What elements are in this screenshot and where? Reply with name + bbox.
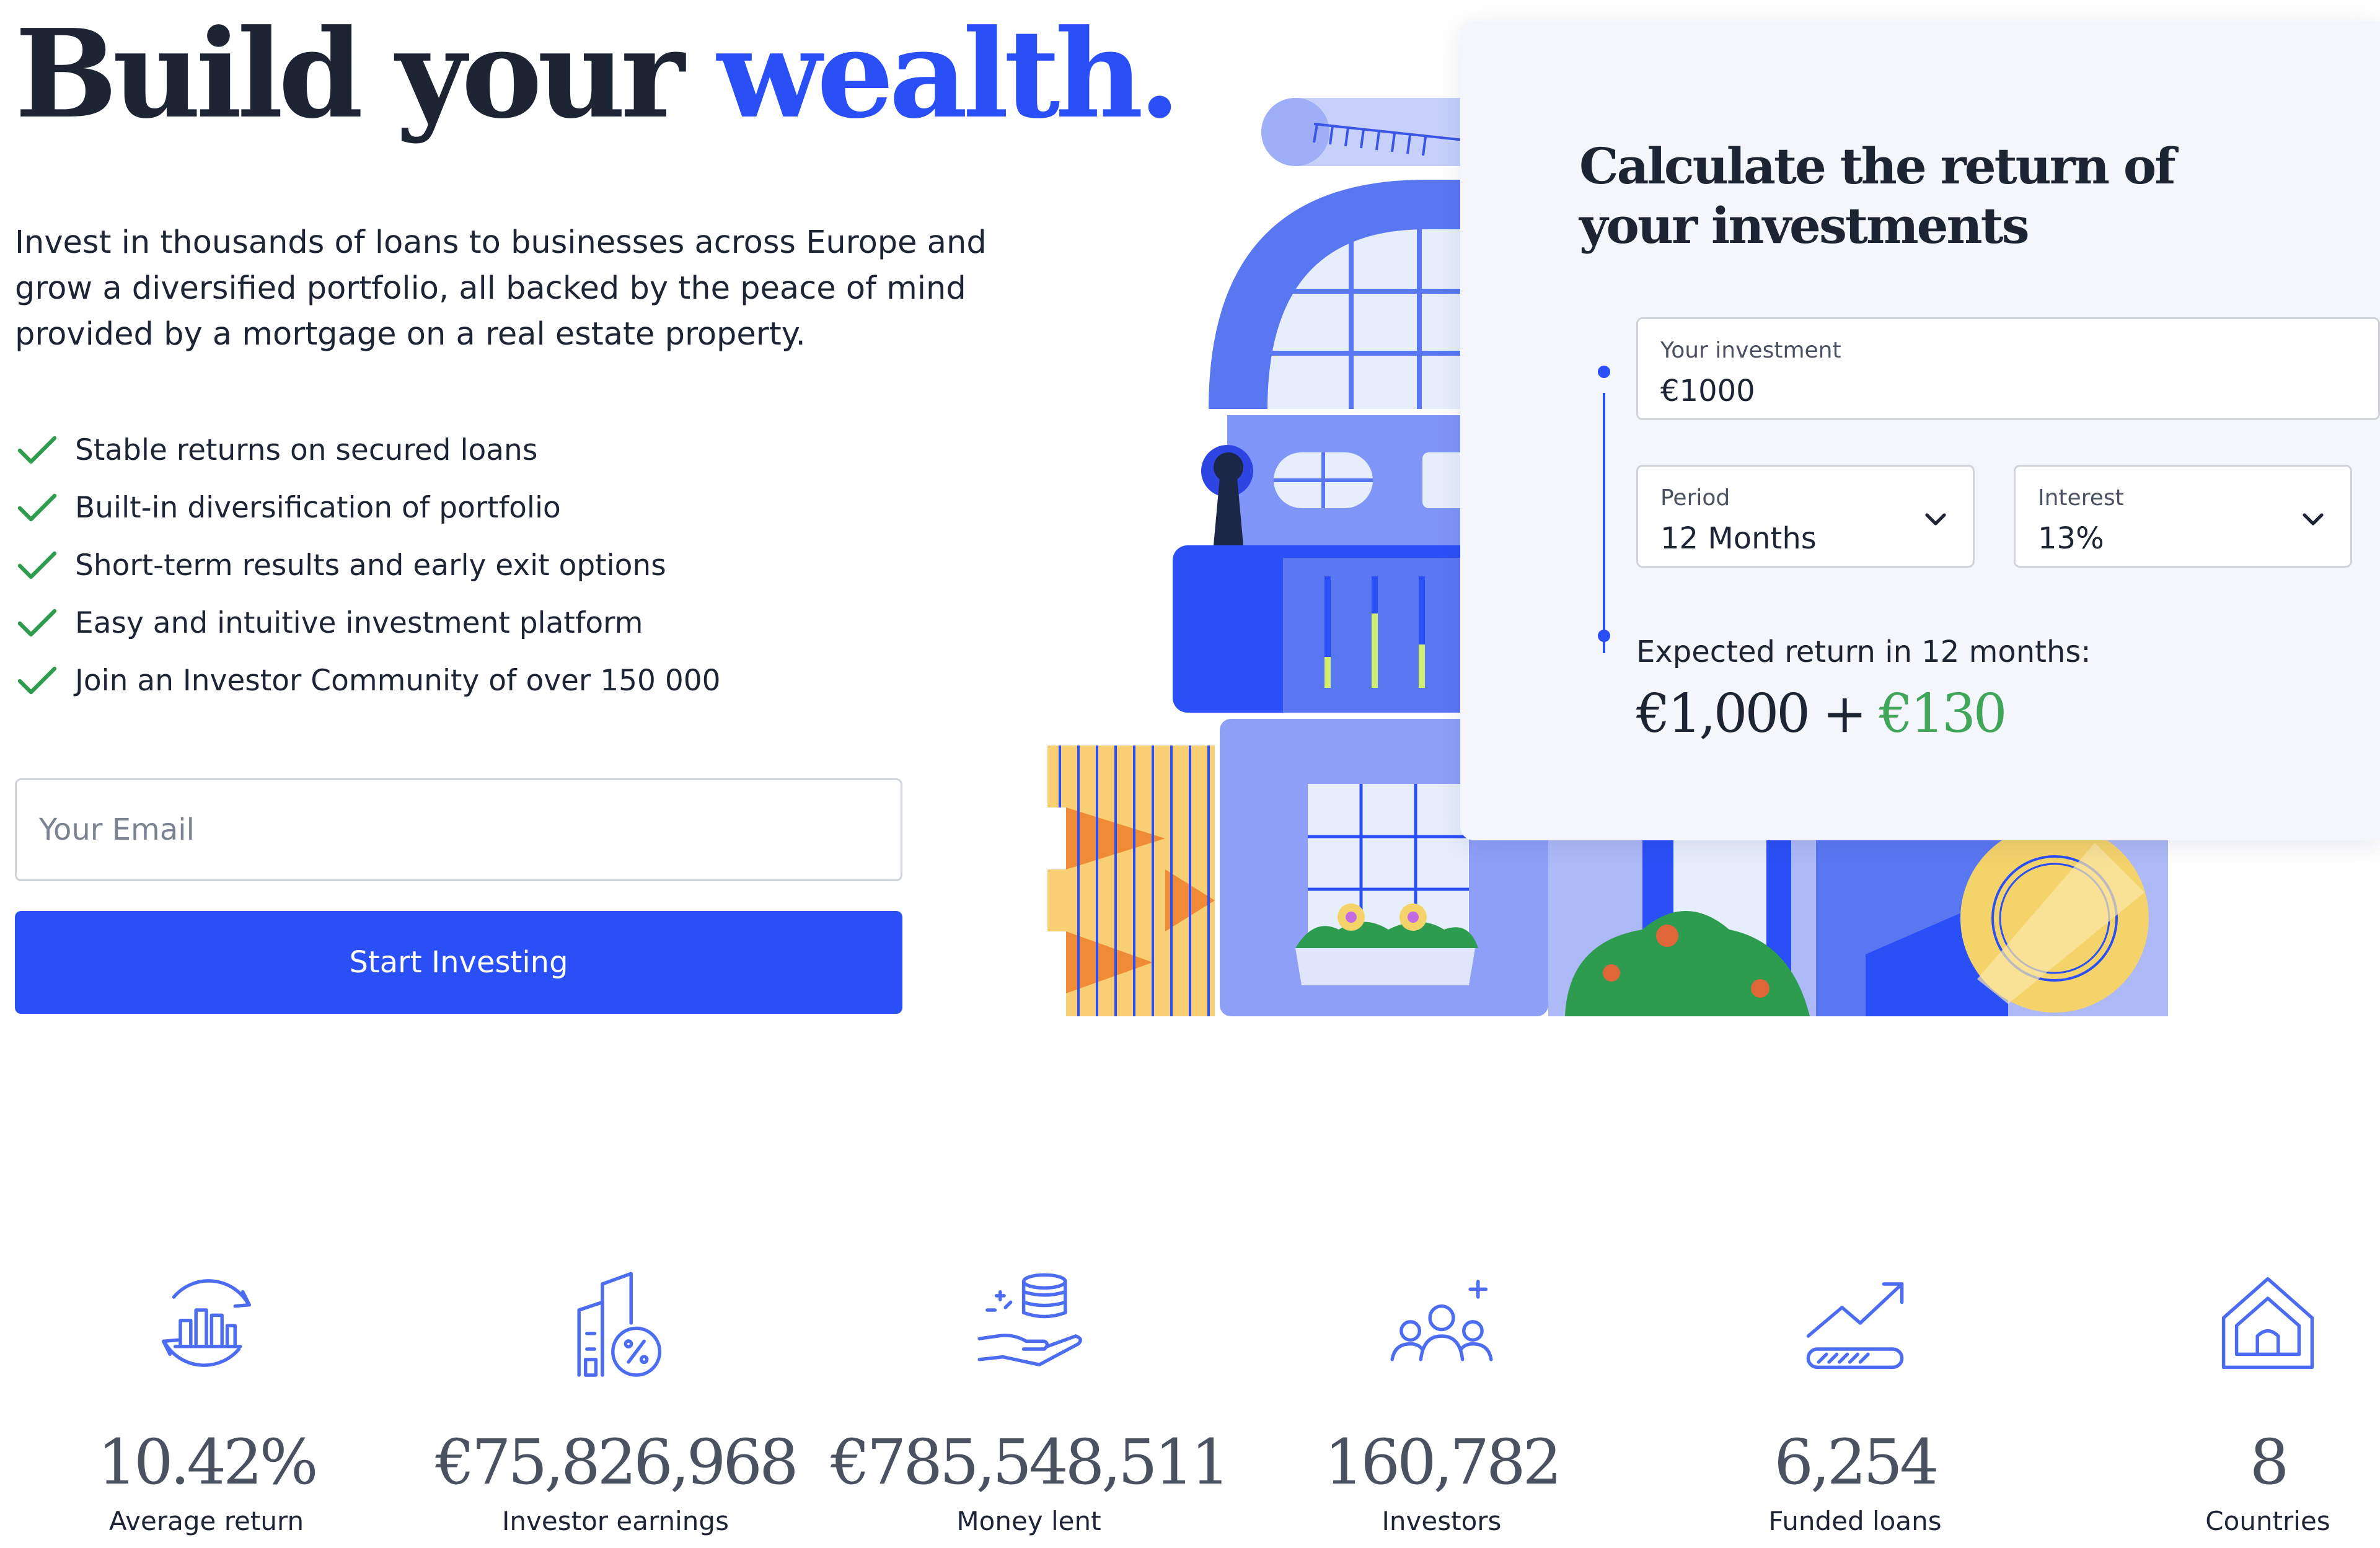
calculator-title: Calculate the return of your investments (1579, 137, 2176, 255)
return-chart-icon (161, 1279, 252, 1367)
stat-average-return: 10.42% Average return (0, 1258, 413, 1536)
email-input[interactable] (15, 778, 902, 881)
stat-label: Funded loans (1768, 1506, 1942, 1536)
stat-investor-earnings: €75,826,968 Investor earnings (409, 1258, 822, 1536)
stat-funded-loans: 6,254 Funded loans (1649, 1258, 2061, 1536)
expected-base: €1,000 (1636, 683, 1810, 745)
coin-stacks (1047, 745, 1215, 1016)
stat-label: Money lent (956, 1506, 1101, 1536)
expected-plus: + (1807, 683, 1879, 745)
interest-label: Interest (2038, 485, 2124, 511)
investors-group-icon (1390, 1280, 1493, 1361)
interest-value: 13% (2038, 521, 2104, 556)
chevron-down-icon (2303, 513, 2324, 526)
stat-label: Average return (108, 1506, 304, 1536)
stat-countries: 8 Countries (2061, 1258, 2380, 1536)
earnings-building-icon (577, 1272, 662, 1377)
stat-money-lent: €785,548,511 Money lent (822, 1258, 1235, 1536)
check-icon (17, 436, 57, 464)
funded-loans-icon (1806, 1282, 1904, 1370)
page: Build your wealth. Invest in thousands o… (0, 0, 2380, 1548)
feature-item: Short-term results and early exit option… (15, 537, 721, 594)
investment-value[interactable]: €1000 (1660, 374, 1755, 408)
stat-value: €785,548,511 (831, 1426, 1230, 1498)
expected-return-value: €1,000 + €130 (1636, 683, 2008, 745)
check-icon (17, 609, 57, 636)
check-icon (17, 666, 57, 694)
stat-value: 10.42% (97, 1426, 318, 1498)
start-investing-button[interactable]: Start Investing (15, 911, 902, 1014)
feature-item: Built-in diversification of portfolio (15, 479, 721, 537)
hero-description: Invest in thousands of loans to business… (15, 224, 987, 353)
stat-value: 6,254 (1774, 1426, 1939, 1498)
feature-item: Stable returns on secured loans (15, 421, 721, 479)
interest-select[interactable]: Interest 13% (2014, 465, 2352, 568)
timeline-line (1603, 393, 1605, 653)
stat-label: Investor earnings (502, 1506, 729, 1536)
check-icon (17, 493, 57, 521)
page-title: Build your wealth. (15, 3, 1181, 146)
home-icon (2221, 1277, 2314, 1370)
stat-value: 160,782 (1324, 1426, 1562, 1498)
hand-coins-icon (977, 1273, 1082, 1366)
expected-gain: €130 (1879, 683, 2008, 745)
check-icon (17, 551, 57, 579)
period-label: Period (1660, 485, 1730, 511)
period-value: 12 Months (1660, 521, 1817, 556)
feature-list: Stable returns on secured loans Built-in… (15, 421, 721, 710)
feature-item: Join an Investor Community of over 150 0… (15, 652, 721, 710)
title-main: Build your (15, 3, 717, 146)
stat-label: Countries (2205, 1506, 2330, 1536)
feature-label: Built-in diversification of portfolio (75, 491, 561, 525)
stat-label: Investors (1382, 1506, 1502, 1536)
investment-field[interactable]: Your investment €1000 (1636, 317, 2380, 420)
feature-item: Easy and intuitive investment platform (15, 594, 721, 652)
return-calculator: Calculate the return of your investments… (1460, 21, 2380, 840)
feature-label: Join an Investor Community of over 150 0… (75, 664, 721, 698)
feature-label: Stable returns on secured loans (75, 433, 538, 467)
stat-value: 8 (2249, 1426, 2290, 1498)
stat-investors: 160,782 Investors (1235, 1258, 1648, 1536)
timeline-dot-start (1598, 366, 1610, 378)
period-select[interactable]: Period 12 Months (1636, 465, 1975, 568)
feature-label: Easy and intuitive investment platform (75, 606, 643, 640)
expected-return-label: Expected return in 12 months: (1636, 635, 2091, 669)
timeline-dot-end (1598, 630, 1610, 642)
stat-value: €75,826,968 (435, 1426, 798, 1498)
chevron-down-icon (1925, 513, 1946, 526)
feature-label: Short-term results and early exit option… (75, 548, 666, 583)
investment-label: Your investment (1660, 338, 1841, 363)
stats-row: 10.42% Average return €75,826,968 Invest… (0, 1258, 2380, 1537)
